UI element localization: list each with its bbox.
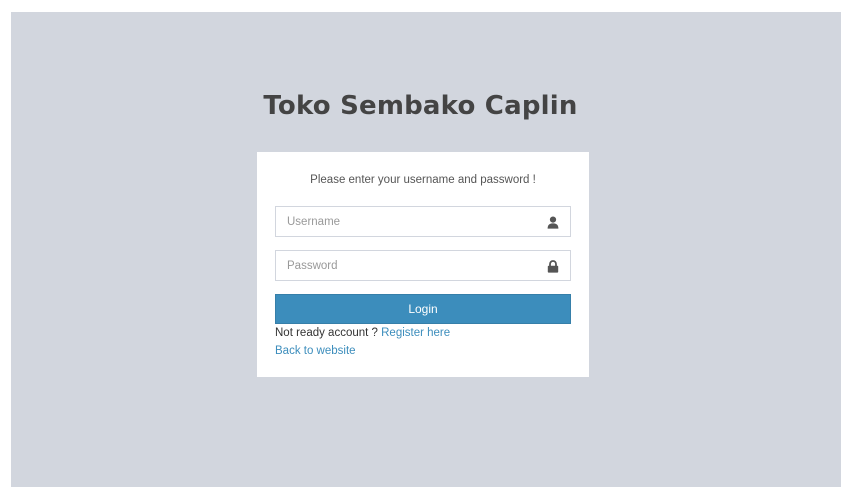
back-to-website-link[interactable]: Back to website <box>275 345 356 357</box>
login-message: Please enter your username and password … <box>310 174 536 186</box>
site-title: Toko Sembako Caplin <box>263 91 578 121</box>
user-icon <box>547 216 559 229</box>
register-prompt: Not ready account ? <box>275 327 378 339</box>
login-button[interactable]: Login <box>275 294 571 324</box>
lock-icon <box>547 260 559 273</box>
password-field <box>275 250 571 281</box>
username-field <box>275 206 571 237</box>
register-link[interactable]: Register here <box>381 327 450 339</box>
login-box: Please enter your username and password … <box>257 152 589 377</box>
register-line: Not ready account ? Register here <box>275 327 450 339</box>
username-input[interactable] <box>276 207 570 236</box>
password-input[interactable] <box>276 251 570 280</box>
